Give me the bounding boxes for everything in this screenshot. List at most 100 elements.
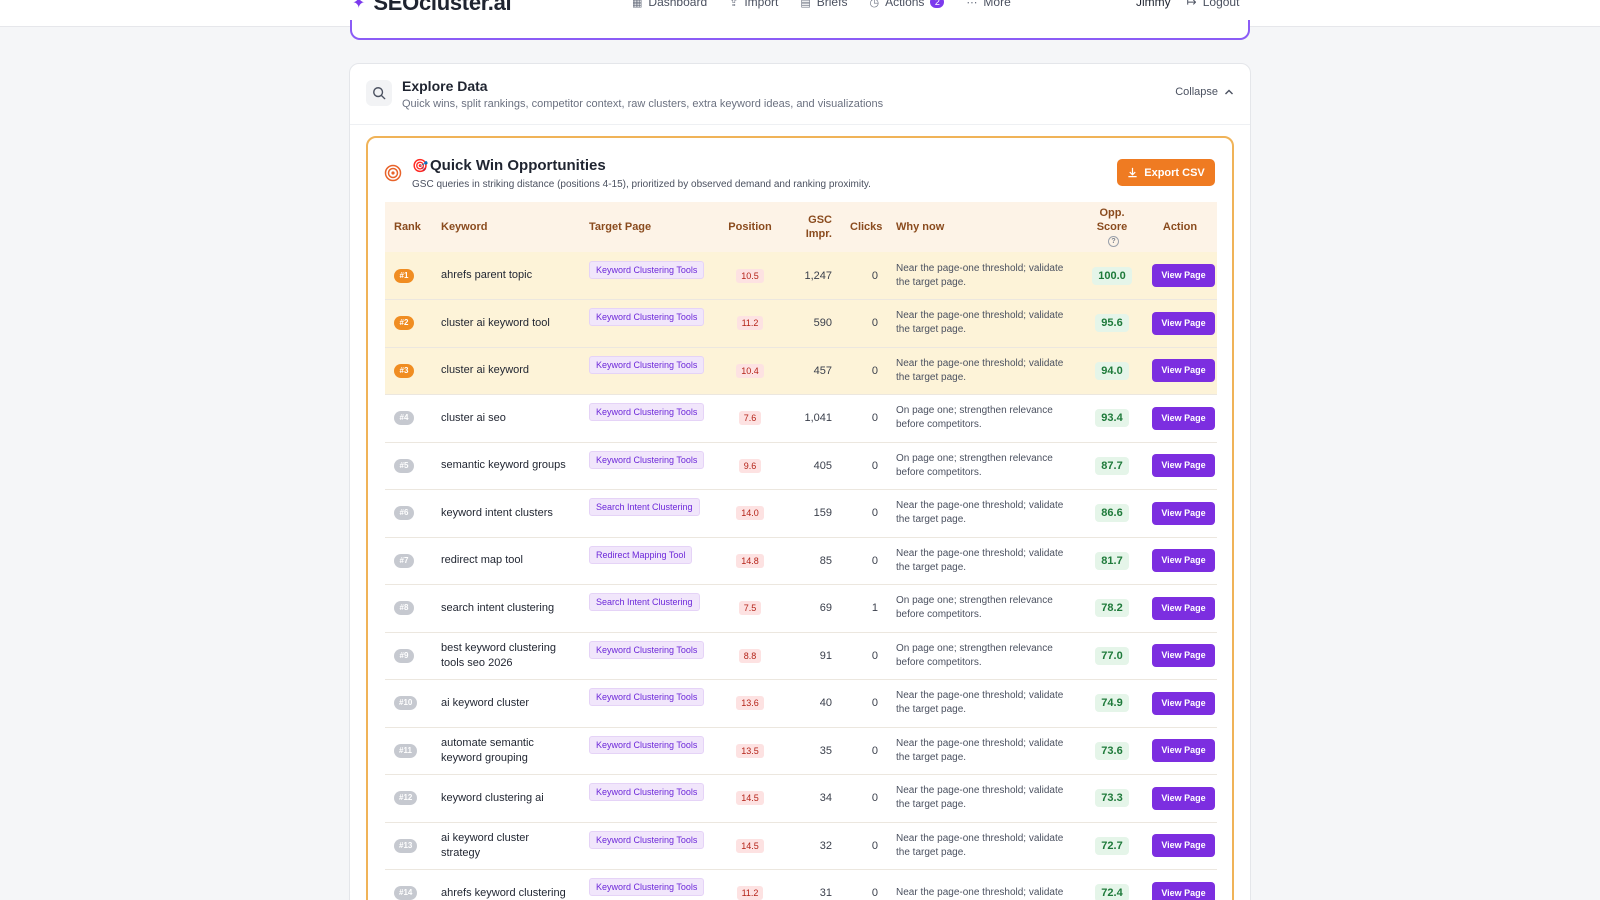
col-score-line2: Score: [1096, 221, 1128, 233]
target-page-cell: Keyword Clustering Tools: [580, 870, 719, 900]
nav-item-more[interactable]: ⋯ More: [966, 0, 1010, 9]
action-cell: View Page: [1143, 822, 1217, 870]
why-now-cell: Near the page-one threshold; validate th…: [896, 262, 1064, 288]
position-cell: 8.8: [719, 632, 781, 680]
view-page-button[interactable]: View Page: [1152, 501, 1215, 525]
target-page-tag[interactable]: Keyword Clustering Tools: [589, 308, 705, 327]
view-page-button[interactable]: View Page: [1152, 881, 1215, 900]
view-page-button[interactable]: View Page: [1152, 264, 1215, 287]
rank-badge: #9: [394, 648, 414, 663]
position-cell: 10.5: [719, 252, 781, 300]
view-page-button[interactable]: View Page: [1152, 596, 1215, 620]
why-now-cell: On page one; strengthen relevance before…: [896, 595, 1053, 621]
nav-item-dashboard[interactable]: ▦ Dashboard: [632, 0, 707, 9]
target-page-cell: Keyword Clustering Tools: [580, 822, 719, 870]
table-row: #11 automate semantic keyword grouping Key…: [385, 727, 1217, 775]
target-page-tag[interactable]: Keyword Clustering Tools: [589, 830, 705, 849]
info-icon[interactable]: ?: [1108, 235, 1119, 247]
rank-badge: #2: [394, 316, 414, 331]
action-cell: View Page: [1143, 252, 1217, 300]
rank-cell: #3: [385, 347, 432, 395]
position-pill: 9.6: [738, 458, 762, 473]
target-page-tag[interactable]: Keyword Clustering Tools: [589, 735, 705, 754]
col-rank[interactable]: Rank: [385, 202, 432, 252]
col-keyword[interactable]: Keyword: [432, 202, 580, 252]
target-page-cell: Keyword Clustering Tools: [580, 680, 719, 728]
export-csv-button[interactable]: Export CSV: [1117, 159, 1215, 186]
clicks-cell: 0: [871, 507, 878, 520]
clicks-cell: 0: [871, 744, 878, 757]
collapse-button[interactable]: Collapse: [1175, 86, 1234, 98]
target-page-tag[interactable]: Keyword Clustering Tools: [589, 783, 705, 802]
opp-score-pill: 95.6: [1095, 314, 1129, 333]
action-cell: View Page: [1143, 300, 1217, 348]
view-page-button[interactable]: View Page: [1152, 644, 1215, 668]
rank-cell: #11: [385, 727, 432, 775]
grid-icon: ▦: [632, 0, 643, 9]
rank-badge: #1: [394, 268, 414, 283]
target-page-tag[interactable]: Keyword Clustering Tools: [589, 260, 705, 279]
rank-cell: #13: [385, 822, 432, 870]
impressions-cell: 91: [819, 649, 832, 662]
position-pill: 11.2: [736, 316, 764, 331]
rank-badge: #5: [394, 458, 414, 473]
target-page-tag[interactable]: Keyword Clustering Tools: [589, 878, 705, 897]
col-target-page[interactable]: Target Page: [580, 202, 719, 252]
col-clicks[interactable]: Clicks: [841, 202, 887, 252]
quick-win-subtitle: GSC queries in striking distance (positi…: [412, 179, 871, 190]
target-page-cell: Keyword Clustering Tools: [580, 347, 719, 395]
brand-logo[interactable]: ✦ SEOcluster.ai: [352, 0, 512, 16]
target-page-tag[interactable]: Redirect Mapping Tool: [589, 545, 693, 564]
logout-link[interactable]: ↦ Logout: [1187, 0, 1240, 9]
nav-item-import[interactable]: ⇪ Import: [729, 0, 778, 9]
view-page-button[interactable]: View Page: [1152, 359, 1215, 383]
position-cell: 11.2: [719, 300, 781, 348]
action-cell: View Page: [1143, 537, 1217, 585]
target-page-tag[interactable]: Keyword Clustering Tools: [589, 640, 705, 659]
explore-data-card: Explore Data Quick wins, split rankings,…: [349, 63, 1251, 900]
score-cell: 87.7: [1081, 442, 1143, 490]
main-nav: ▦ Dashboard ⇪ Import ▤ Briefs ◷ Actions …: [632, 0, 1011, 9]
nav-item-briefs[interactable]: ▤ Briefs: [800, 0, 847, 9]
view-page-button[interactable]: View Page: [1152, 454, 1215, 478]
opp-score-pill: 87.7: [1095, 456, 1129, 475]
view-page-button[interactable]: View Page: [1152, 691, 1215, 715]
view-page-button[interactable]: View Page: [1152, 406, 1215, 430]
actions-count-badge: 2: [930, 0, 945, 8]
nav-item-actions[interactable]: ◷ Actions 2: [869, 0, 945, 9]
score-cell: 78.2: [1081, 585, 1143, 633]
view-page-button[interactable]: View Page: [1152, 786, 1215, 810]
keyword-cell: ai keyword cluster strategy: [441, 831, 530, 859]
rank-cell: #1: [385, 252, 432, 300]
view-page-button[interactable]: View Page: [1152, 739, 1215, 763]
table-row: #8 search intent clustering Search Intent …: [385, 585, 1217, 633]
opp-score-pill: 73.3: [1095, 789, 1129, 808]
action-cell: View Page: [1143, 680, 1217, 728]
rank-cell: #5: [385, 442, 432, 490]
target-page-tag[interactable]: Keyword Clustering Tools: [589, 355, 705, 374]
col-impressions[interactable]: GSC Impr.: [781, 202, 841, 252]
keyword-cell: best keyword clustering tools seo 2026: [441, 641, 556, 669]
table-row: #3 cluster ai keyword Keyword Clustering T…: [385, 347, 1217, 395]
target-page-tag[interactable]: Keyword Clustering Tools: [589, 403, 705, 422]
score-cell: 95.6: [1081, 300, 1143, 348]
sparkle-icon: ✦: [352, 0, 366, 12]
score-cell: 72.7: [1081, 822, 1143, 870]
col-opp-score[interactable]: Opp. Score?: [1081, 202, 1143, 252]
why-now-cell: On page one; strengthen relevance before…: [896, 452, 1053, 478]
user-name[interactable]: Jimmy: [1136, 0, 1171, 9]
rank-cell: #12: [385, 775, 432, 823]
rank-cell: #14: [385, 870, 432, 900]
view-page-button[interactable]: View Page: [1152, 834, 1215, 858]
target-page-tag[interactable]: Keyword Clustering Tools: [589, 450, 705, 469]
col-position[interactable]: Position: [719, 202, 781, 252]
target-page-tag[interactable]: Search Intent Clustering: [589, 593, 700, 612]
why-now-cell: Near the page-one threshold; validate th…: [896, 785, 1064, 811]
target-page-tag[interactable]: Keyword Clustering Tools: [589, 688, 705, 707]
upload-icon: ⇪: [729, 0, 739, 9]
view-page-button[interactable]: View Page: [1152, 311, 1215, 335]
why-now-cell: Near the page-one threshold; validate th…: [896, 310, 1064, 336]
view-page-button[interactable]: View Page: [1152, 549, 1215, 573]
impressions-cell: 40: [819, 697, 832, 710]
target-page-tag[interactable]: Search Intent Clustering: [589, 498, 700, 517]
